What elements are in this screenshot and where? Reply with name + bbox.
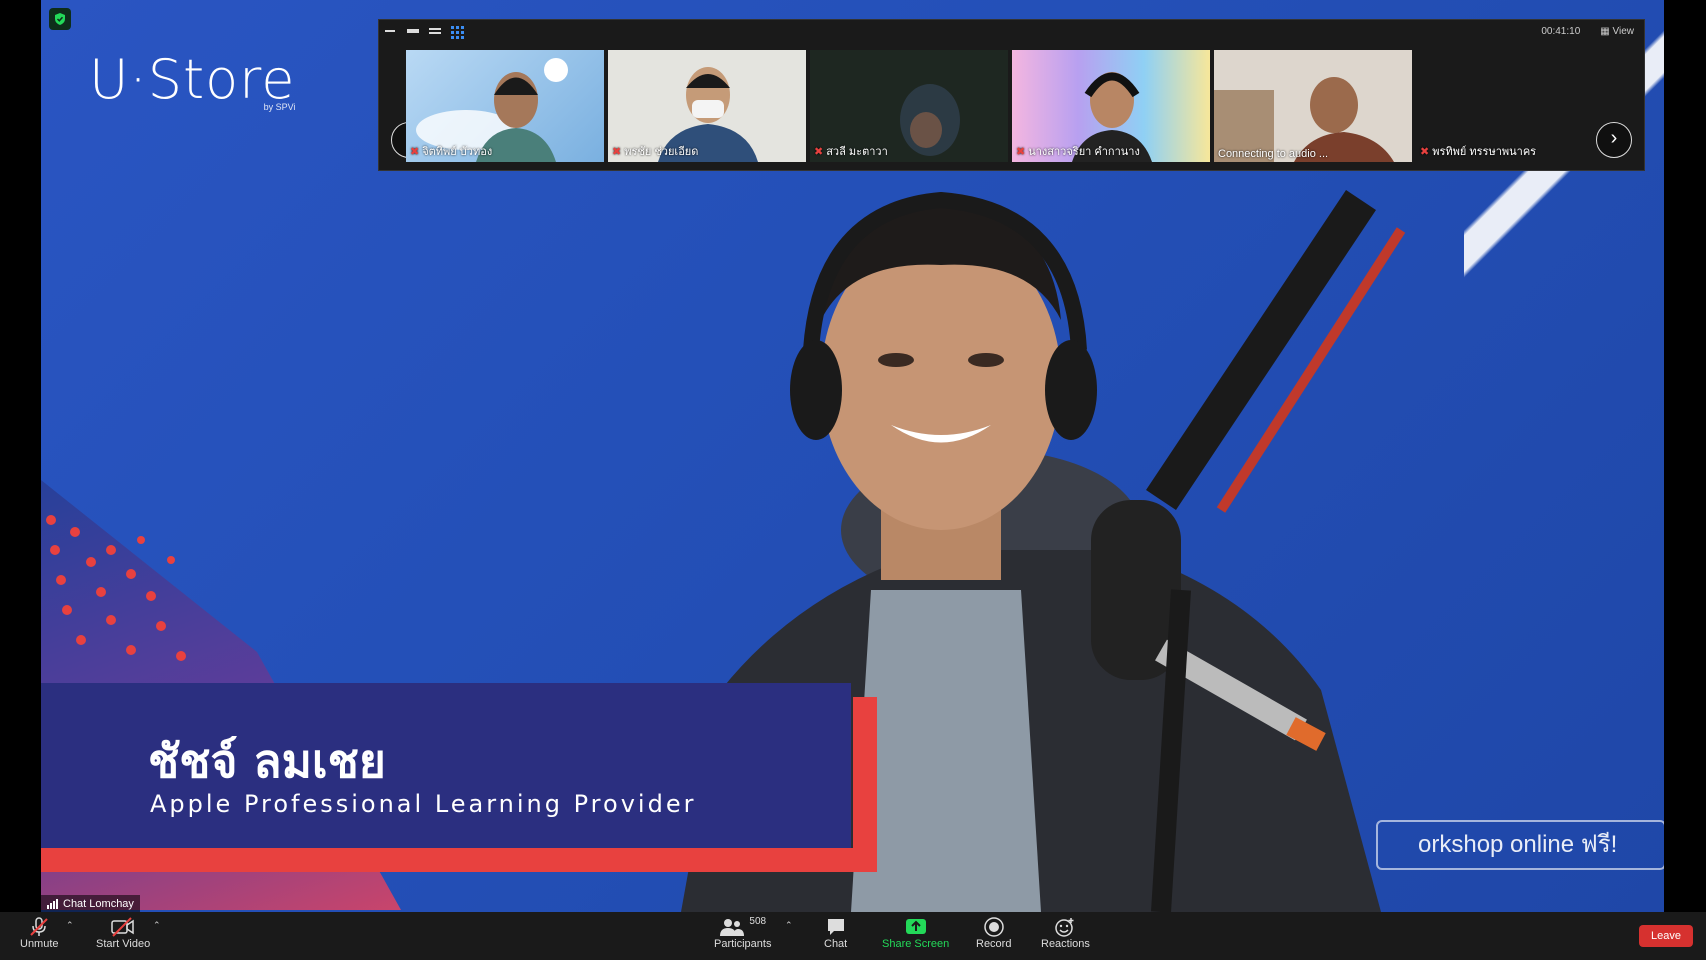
speaker-name: ชัชจ์ ลมเชย <box>148 734 386 788</box>
participant-name: ✖ พรทิพย์ ทรรษาพนาคร <box>1420 145 1537 159</box>
participants-button[interactable]: 508 Participants <box>714 916 771 950</box>
participant-tile[interactable]: ✖ จิตทิพย์ บัวทอง <box>406 50 604 162</box>
unmute-button[interactable]: Unmute <box>20 916 59 950</box>
participant-tile[interactable]: Connecting to audio ... <box>1214 50 1412 162</box>
grid-view-icon[interactable] <box>451 26 464 39</box>
lower-third-accent <box>853 697 877 872</box>
audio-options-caret[interactable]: ⌃ <box>66 920 74 931</box>
mic-off-icon: ✖ <box>814 145 824 158</box>
participant-name: ✖ นางสาวจริยา คำกานาง <box>1016 145 1140 159</box>
gallery-view-controls <box>385 26 464 39</box>
gallery-strip: 00:41:10 ▦ View ‹ ✖จิตทิพย์ บัวทอง ✖พรชั… <box>378 19 1645 171</box>
mic-off-icon: ✖ <box>612 145 622 158</box>
dot-pattern <box>46 515 186 661</box>
leave-button[interactable]: Leave <box>1639 925 1693 947</box>
reactions-button[interactable]: Reactions <box>1041 916 1090 950</box>
participants-icon: 508 <box>719 916 766 938</box>
record-icon <box>983 916 1005 938</box>
minimize-gallery-button[interactable] <box>385 26 397 36</box>
lower-third-accent-bar <box>41 848 877 872</box>
signal-icon <box>47 898 58 909</box>
meeting-toolbar: Unmute ⌃ Start Video ⌃ 508 Participants … <box>0 912 1706 960</box>
chat-icon <box>825 916 847 938</box>
start-video-button[interactable]: Start Video <box>96 916 150 950</box>
participants-options-caret[interactable]: ⌃ <box>785 920 793 931</box>
meeting-timer: 00:41:10 <box>1541 26 1581 37</box>
reactions-icon <box>1054 916 1076 938</box>
mic-off-icon: ✖ <box>1420 145 1430 158</box>
chat-button[interactable]: Chat <box>824 916 847 950</box>
record-button[interactable]: Record <box>976 916 1011 950</box>
participant-name: ✖ พรชัย ช่วยเอียด <box>612 145 699 159</box>
participant-tile[interactable]: ✖ นางสาวจริยา คำกานาง <box>1012 50 1210 162</box>
workshop-tag: orkshop online ฟรี! <box>1376 820 1664 870</box>
strip-view-button[interactable] <box>429 26 441 36</box>
participant-tile[interactable]: ✖ พรชัย ช่วยเอียด <box>608 50 806 162</box>
view-button[interactable]: ▦ View <box>1600 26 1634 37</box>
active-speaker-indicator: Chat Lomchay <box>41 895 140 912</box>
participant-tile[interactable]: ✖ พรทิพย์ ทรรษาพนาคร <box>1416 50 1614 162</box>
security-shield-icon[interactable] <box>49 8 71 30</box>
gallery-next-button[interactable]: › <box>1596 122 1632 158</box>
gallery-top-right: 00:41:10 ▦ View <box>1541 26 1634 37</box>
mic-off-icon: ✖ <box>410 145 420 158</box>
mic-off-icon: ✖ <box>1016 145 1026 158</box>
share-screen-button[interactable]: Share Screen <box>882 916 949 950</box>
participant-tile[interactable]: ✖ สวลี มะตาวา <box>810 50 1008 162</box>
participant-name: ✖ จิตทิพย์ บัวทอง <box>410 145 493 159</box>
speaker-view-button[interactable] <box>407 26 419 36</box>
speaker-title: Apple Professional Learning Provider <box>150 790 697 818</box>
participant-video <box>1214 50 1412 162</box>
video-options-caret[interactable]: ⌃ <box>153 920 161 931</box>
participants-count: 508 <box>749 916 767 927</box>
participant-name: ✖ สวลี มะตาวา <box>814 145 888 159</box>
video-off-icon <box>110 916 136 938</box>
share-screen-icon <box>905 916 927 938</box>
mic-muted-icon <box>28 916 50 938</box>
participant-name: Connecting to audio ... <box>1218 148 1329 160</box>
ustore-logo: U·Store by SPVi <box>89 48 296 112</box>
